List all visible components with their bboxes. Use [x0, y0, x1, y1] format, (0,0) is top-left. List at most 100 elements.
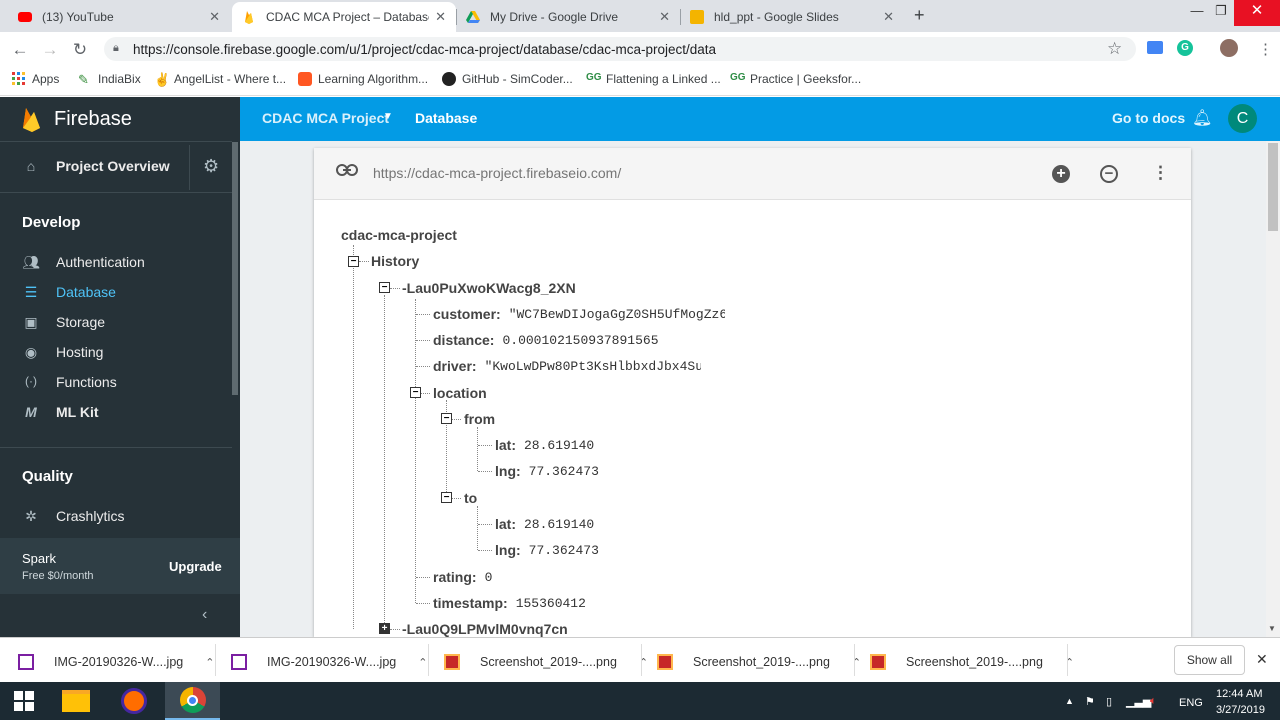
tree-field-from-lng[interactable]: lng: 77.362473	[495, 462, 603, 480]
close-icon[interactable]: ✕	[209, 9, 220, 25]
windows-start-icon[interactable]	[0, 682, 48, 720]
show-all-button[interactable]: Show all	[1174, 645, 1245, 675]
chrome-menu-icon[interactable]: ⋮	[1258, 40, 1273, 58]
more-vert-icon[interactable]: ⋮	[1152, 163, 1169, 183]
tab-youtube[interactable]: (13) YouTube ✕	[8, 2, 230, 32]
download-item[interactable]: Screenshot_2019-....png ⌃	[444, 654, 648, 670]
download-item[interactable]: Screenshot_2019-....png ⌃	[657, 654, 861, 670]
collapse-toggle-icon[interactable]: −	[441, 413, 452, 424]
collapse-toggle-icon[interactable]: −	[348, 256, 359, 267]
star-icon[interactable]: ☆	[1107, 39, 1122, 59]
tree-node-from[interactable]: from	[464, 410, 495, 428]
divider	[854, 644, 855, 676]
wifi-icon[interactable]: ▁▃▅	[1126, 695, 1151, 708]
collapse-toggle-icon[interactable]: −	[410, 387, 421, 398]
bookmark-flattening[interactable]: GG Flattening a Linked ...	[586, 72, 721, 86]
project-selector[interactable]: CDAC MCA Project	[262, 110, 389, 126]
bookmark-apps[interactable]: Apps	[12, 72, 59, 86]
language-indicator[interactable]: ENG	[1179, 697, 1203, 709]
go-to-docs-link[interactable]: Go to docs	[1112, 110, 1185, 126]
sidebar-item-mlkit[interactable]: M ML Kit	[22, 404, 98, 420]
camera-extension-icon[interactable]	[1147, 41, 1163, 54]
tree-field-driver[interactable]: driver: "KwoLwDPw80Pt3KsHlbbxdJbx4Su	[433, 357, 701, 375]
sidebar-item-authentication[interactable]: 👥︎ Authentication	[22, 254, 145, 270]
sidebar-scrollbar[interactable]	[232, 142, 238, 395]
volume-muted-icon[interactable]: 🔈︎	[1150, 695, 1157, 708]
sidebar-item-crashlytics[interactable]: ✲ Crashlytics	[22, 508, 124, 524]
download-item[interactable]: IMG-20190326-W....jpg ⌃	[18, 654, 214, 670]
back-icon[interactable]: ←	[10, 40, 30, 60]
minimize-icon[interactable]: —	[1184, 3, 1210, 18]
collapse-toggle-icon[interactable]: −	[441, 492, 452, 503]
tablet-icon[interactable]: ▯	[1106, 695, 1112, 708]
tab-drive[interactable]: My Drive - Google Drive ✕	[456, 2, 680, 32]
reload-icon[interactable]: ↻	[70, 40, 90, 60]
firebase-brand[interactable]: Firebase	[54, 108, 132, 131]
chevron-up-icon[interactable]: ⌃	[418, 656, 427, 669]
sidebar-item-hosting[interactable]: ◉ Hosting	[22, 344, 104, 360]
tree-field-timestamp[interactable]: timestamp: 155360412	[433, 594, 590, 612]
scrollbar-thumb[interactable]	[1268, 143, 1278, 231]
forward-icon[interactable]: →	[40, 40, 60, 60]
close-icon[interactable]: ✕	[883, 9, 894, 25]
clock-date[interactable]: 3/27/2019	[1216, 704, 1265, 716]
bookmark-practice[interactable]: GG Practice | Geeksfor...	[730, 72, 861, 86]
sidebar-item-storage[interactable]: ▣ Storage	[22, 314, 105, 330]
chevron-down-icon[interactable]: ▼	[383, 111, 393, 122]
chrome-taskbar-icon[interactable]	[165, 682, 220, 720]
tray-chevron-icon[interactable]: ▲	[1065, 696, 1074, 706]
scroll-down-icon[interactable]: ▼	[1268, 624, 1276, 633]
project-overview-link[interactable]: ⌂ Project Overview	[22, 158, 170, 174]
collapse-toggle-icon[interactable]: −	[379, 282, 390, 293]
sidebar-item-database[interactable]: ☰ Database	[22, 284, 116, 300]
tree-field-customer[interactable]: customer: "WC7BewDIJogaGgZ0SH5UfMogZz6	[433, 305, 725, 323]
expand-toggle-icon[interactable]: +	[379, 623, 390, 634]
close-icon[interactable]: ✕	[435, 9, 446, 25]
tab-firebase[interactable]: CDAC MCA Project – Database – F ✕	[232, 2, 456, 32]
gear-icon[interactable]: ⚙	[203, 156, 219, 177]
profile-avatar-icon[interactable]	[1220, 39, 1238, 57]
firebase-icon	[242, 10, 256, 24]
bookmark-angellist[interactable]: ✌ AngelList - Where t...	[154, 72, 286, 87]
tree-node-location[interactable]: location	[433, 384, 487, 402]
tree-node-entry[interactable]: -Lau0Q9LPMvlM0vnq7cn	[402, 620, 568, 638]
tab-slides[interactable]: hld_ppt - Google Slides ✕	[680, 2, 904, 32]
collapse-sidebar-icon[interactable]: ‹	[202, 606, 207, 624]
close-icon[interactable]: ✕	[1256, 651, 1268, 668]
upgrade-button[interactable]: Upgrade	[169, 559, 222, 574]
tree-node-to[interactable]: to	[464, 489, 477, 507]
tree-field-to-lat[interactable]: lat: 28.619140	[495, 515, 598, 533]
firefox-icon[interactable]	[110, 682, 158, 720]
sidebar-item-functions[interactable]: (·) Functions	[22, 374, 117, 390]
tree-field-from-lat[interactable]: lat: 28.619140	[495, 436, 598, 454]
database-url[interactable]: https://cdac-mca-project.firebaseio.com/	[373, 165, 621, 181]
bookmark-github[interactable]: GitHub - SimCoder...	[442, 72, 573, 86]
tree-node-entry[interactable]: -Lau0PuXwoKWacg8_2XN	[402, 279, 576, 297]
file-explorer-icon[interactable]	[52, 682, 100, 720]
tree-line	[384, 295, 385, 629]
tree-root[interactable]: cdac-mca-project	[341, 226, 457, 244]
avatar[interactable]: C	[1228, 104, 1257, 133]
close-icon[interactable]: ✕	[659, 9, 670, 25]
add-icon[interactable]: +	[1052, 165, 1070, 183]
new-tab-button[interactable]: +	[914, 5, 925, 26]
chevron-up-icon[interactable]: ⌃	[205, 656, 214, 669]
bookmark-indiabix[interactable]: ✎ IndiaBix	[78, 72, 141, 87]
clock-time[interactable]: 12:44 AM	[1216, 688, 1262, 700]
restore-icon[interactable]: ❐	[1208, 3, 1234, 19]
functions-icon: (·)	[25, 374, 37, 388]
bell-icon[interactable]: 🔔︎	[1192, 108, 1212, 128]
window-close-button[interactable]: ✕	[1234, 0, 1280, 26]
grammarly-icon[interactable]: G	[1177, 40, 1193, 56]
flag-icon[interactable]: ⚑	[1085, 695, 1095, 708]
tree-field-to-lng[interactable]: lng: 77.362473	[495, 541, 603, 559]
tree-field-rating[interactable]: rating: 0	[433, 568, 492, 586]
tree-field-distance[interactable]: distance: 0.000102150937891565	[433, 331, 659, 349]
tree-line	[353, 245, 354, 629]
bookmark-learning-algorithms[interactable]: Learning Algorithm...	[298, 72, 428, 86]
download-item[interactable]: Screenshot_2019-....png ⌃	[870, 654, 1074, 670]
tree-node-history[interactable]: History	[371, 252, 419, 270]
remove-icon[interactable]: −	[1100, 165, 1118, 183]
download-item[interactable]: IMG-20190326-W....jpg ⌃	[231, 654, 427, 670]
url-text[interactable]: https://console.firebase.google.com/u/1/…	[133, 42, 716, 57]
